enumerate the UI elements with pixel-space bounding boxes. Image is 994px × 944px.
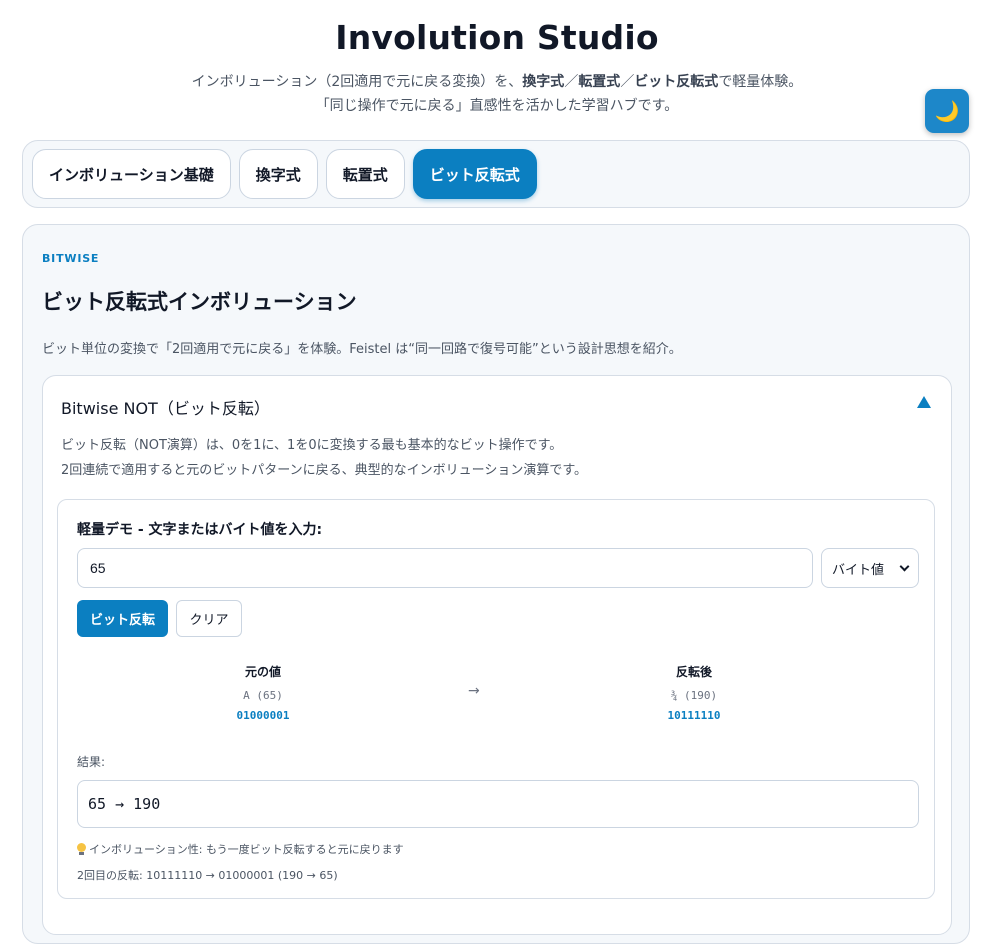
result-label: 結果: — [77, 755, 106, 769]
page-title: Involution Studio — [335, 18, 659, 57]
result-display: 65 → 190 — [77, 780, 919, 828]
subtitle-text: で軽量体験。 — [718, 74, 803, 90]
section-title: ビット反転式インボリューション — [42, 290, 357, 314]
subtitle-line-2: 「同じ操作で元に戻る」直感性を活かした学習ハブです。 — [315, 98, 679, 114]
demo-label: 軽量デモ - 文字またはバイト値を入力: — [77, 522, 323, 538]
card-title[interactable]: Bitwise NOT（ビット反転） — [61, 395, 270, 419]
original-value: A (65) — [243, 689, 283, 702]
theme-toggle-button[interactable]: 🌙 — [925, 89, 969, 133]
section-eyebrow: BITWISE — [42, 252, 100, 265]
mode-select[interactable]: バイト値 — [821, 548, 919, 588]
subtitle-separator: ／ — [564, 74, 579, 90]
page-header: Involution Studio インボリューション（2回適用で元に戻る変換）… — [0, 0, 994, 118]
demo-box: 軽量デモ - 文字またはバイト値を入力: バイト値 ビット反転 クリア 元の値 … — [57, 499, 935, 899]
tab-bar: インボリューション基礎 換字式 転置式 ビット反転式 — [22, 140, 970, 208]
inverted-bits: 10111110 — [667, 709, 721, 722]
inverted-value-column: 反転後 ¾ (190) 10111110 — [594, 663, 794, 722]
tab-substitution[interactable]: 換字式 — [238, 149, 318, 199]
subtitle-text: インボリューション（2回適用で元に戻る変換）を、 — [191, 74, 523, 90]
lightbulb-icon — [77, 842, 86, 856]
inverted-heading: 反転後 — [675, 665, 712, 679]
hint-text: インボリューション性: もう一度ビット反転すると元に戻ります — [89, 843, 404, 856]
card-description-line: 2回連続で適用すると元のビットパターンに戻る、典型的なインボリューション演算です… — [61, 463, 588, 478]
card-description: ビット反転（NOT演算）は、0を1に、1を0に変換する最も基本的なビット操作です… — [61, 433, 587, 483]
clear-button[interactable]: クリア — [176, 600, 242, 637]
involution-hint: インボリューション性: もう一度ビット反転すると元に戻ります — [77, 841, 404, 857]
tab-bitwise[interactable]: ビット反転式 — [412, 149, 537, 199]
subtitle-separator: ／ — [620, 74, 635, 90]
bitwise-panel: BITWISE ビット反転式インボリューション ビット単位の変換で「2回適用で元… — [22, 224, 970, 944]
card-description-line: ビット反転（NOT演算）は、0を1に、1を0に変換する最も基本的なビット操作です… — [61, 438, 563, 453]
triangle-up-icon[interactable] — [915, 393, 933, 411]
invert-button[interactable]: ビット反転 — [77, 600, 168, 637]
second-inversion-text: 2回目の反転: 10111110 → 01000001 (190 → 65) — [77, 869, 338, 882]
subtitle-keyword-transposition: 転置式 — [578, 74, 621, 90]
mode-select-value: バイト値 — [832, 562, 885, 578]
value-input[interactable] — [77, 548, 813, 588]
tab-involution-basics[interactable]: インボリューション基礎 — [32, 149, 231, 199]
subtitle-keyword-bitwise: ビット反転式 — [634, 74, 719, 90]
chevron-down-icon — [899, 561, 910, 571]
original-bits: 01000001 — [236, 709, 290, 722]
section-description: ビット単位の変換で「2回適用で元に戻る」を体験。Feistel は“同一回路で復… — [42, 342, 682, 357]
original-value-column: 元の値 A (65) 01000001 — [163, 663, 363, 722]
subtitle-keyword-substitution: 換字式 — [522, 74, 565, 90]
result-text: 65 → 190 — [88, 795, 161, 813]
page-subtitle: インボリューション（2回適用で元に戻る変換）を、換字式／転置式／ビット反転式で軽… — [0, 70, 994, 118]
original-heading: 元の値 — [244, 665, 281, 679]
subtitle-line-1: インボリューション（2回適用で元に戻る変換）を、換字式／転置式／ビット反転式で軽… — [0, 70, 994, 94]
inverted-value: ¾ (190) — [670, 689, 718, 702]
arrow-right-icon: → — [468, 683, 480, 699]
bitwise-not-card: Bitwise NOT（ビット反転） ビット反転（NOT演算）は、0を1に、1を… — [42, 375, 952, 935]
moon-icon: 🌙 — [934, 99, 960, 123]
tab-transposition[interactable]: 転置式 — [325, 149, 405, 199]
